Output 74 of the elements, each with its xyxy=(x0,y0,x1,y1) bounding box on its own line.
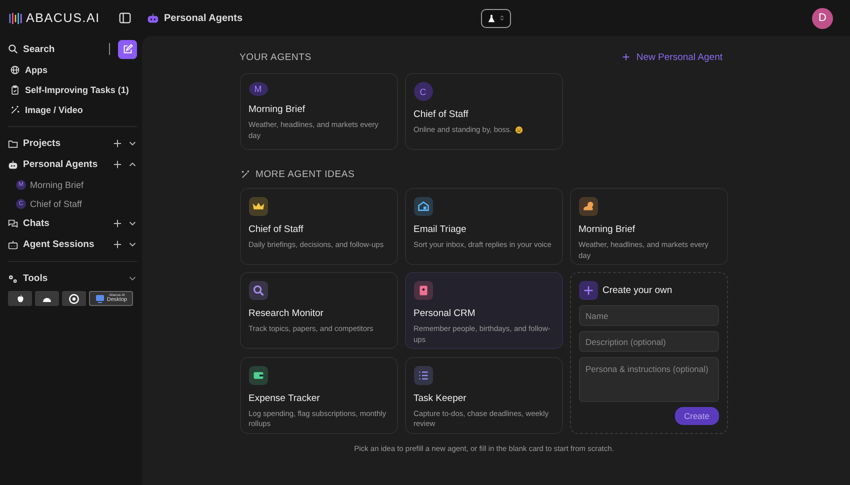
plus-icon[interactable] xyxy=(113,219,122,228)
chat-icon xyxy=(8,218,18,228)
robot-icon xyxy=(8,160,18,170)
mode-dropdown[interactable] xyxy=(480,8,511,28)
plus-icon xyxy=(578,281,598,300)
section-header[interactable]: Agent Sessions xyxy=(23,239,107,250)
card-title: Morning Brief xyxy=(578,224,635,235)
plus-icon xyxy=(622,53,630,61)
chevron-down-icon[interactable] xyxy=(128,219,137,228)
logo-icon xyxy=(9,12,22,24)
nav-item[interactable]: Apps xyxy=(25,65,48,75)
description-field[interactable]: Description (optional) xyxy=(578,331,718,352)
name-field[interactable]: Name xyxy=(578,305,718,326)
section-header[interactable]: Tools xyxy=(23,273,122,284)
apple-icon xyxy=(16,294,24,303)
brand-name: ABACUS.AI xyxy=(26,11,100,25)
robot-icon xyxy=(147,12,159,24)
nav-item[interactable]: Image / Video xyxy=(25,105,83,115)
new-chat-button[interactable] xyxy=(118,40,137,58)
wallet-icon xyxy=(248,366,268,384)
wand-icon xyxy=(10,105,20,115)
gears-icon xyxy=(8,274,18,284)
agent-link[interactable]: Morning Brief xyxy=(30,180,84,190)
plus-icon[interactable] xyxy=(113,139,122,148)
weather-icon xyxy=(578,197,598,216)
android-app-button[interactable] xyxy=(35,291,59,306)
card-title: Chief of Staff xyxy=(414,109,468,120)
globe-icon xyxy=(10,65,20,75)
section-header[interactable]: Chats xyxy=(23,218,107,229)
wand-icon xyxy=(240,170,250,178)
section-header[interactable]: Personal Agents xyxy=(23,159,107,170)
create-button[interactable]: Create xyxy=(674,407,718,425)
sidebar-toggle-icon[interactable] xyxy=(119,12,131,24)
apple-app-button[interactable] xyxy=(8,291,32,306)
card-title: Research Monitor xyxy=(248,308,324,319)
search-icon xyxy=(248,281,268,300)
nav-item[interactable]: Self-Improving Tasks (1) xyxy=(25,85,129,95)
card-title: Task Keeper xyxy=(414,392,466,404)
clipboard-icon xyxy=(10,85,20,95)
search-icon xyxy=(8,44,18,54)
section-title: YOUR AGENTS xyxy=(240,52,312,62)
circle-icon xyxy=(69,294,79,304)
persona-field[interactable]: Persona & instructions (optional) xyxy=(578,357,718,402)
card-title: Personal CRM xyxy=(414,308,476,319)
chrome-extension-button[interactable] xyxy=(62,291,86,306)
search-button[interactable]: Search xyxy=(23,44,55,54)
section-header[interactable]: Projects xyxy=(23,138,107,149)
plus-icon[interactable] xyxy=(113,160,122,169)
card-title: Email Triage xyxy=(414,224,466,235)
new-agent-link[interactable]: New Personal Agent xyxy=(622,52,728,62)
crown-icon xyxy=(248,197,268,216)
agent-avatar: C xyxy=(414,82,432,101)
card-title: Expense Tracker xyxy=(248,392,320,404)
chevron-down-icon[interactable] xyxy=(128,274,137,283)
folder-icon xyxy=(8,138,18,148)
card-title: Morning Brief xyxy=(248,104,305,115)
agent-link[interactable]: Chief of Staff xyxy=(30,198,82,208)
chevron-down-icon[interactable] xyxy=(128,139,137,148)
chevron-down-icon[interactable] xyxy=(128,240,137,249)
list-icon xyxy=(414,366,432,384)
page-title: Personal Agents xyxy=(164,12,243,24)
emoji-icon xyxy=(514,126,523,134)
section-title: MORE AGENT IDEAS xyxy=(256,168,355,180)
monitor-icon xyxy=(94,294,105,304)
bot-icon xyxy=(8,240,18,250)
edit-icon xyxy=(122,44,133,54)
card-title: Chief of Staff xyxy=(248,224,304,235)
flask-icon xyxy=(487,14,496,22)
card-title: Create your own xyxy=(602,285,672,296)
sort-arrows-icon xyxy=(500,14,504,22)
user-avatar[interactable]: D xyxy=(812,8,833,28)
chevron-up-icon[interactable] xyxy=(128,160,137,169)
plus-icon[interactable] xyxy=(113,240,122,249)
agent-avatar: M xyxy=(248,82,268,96)
